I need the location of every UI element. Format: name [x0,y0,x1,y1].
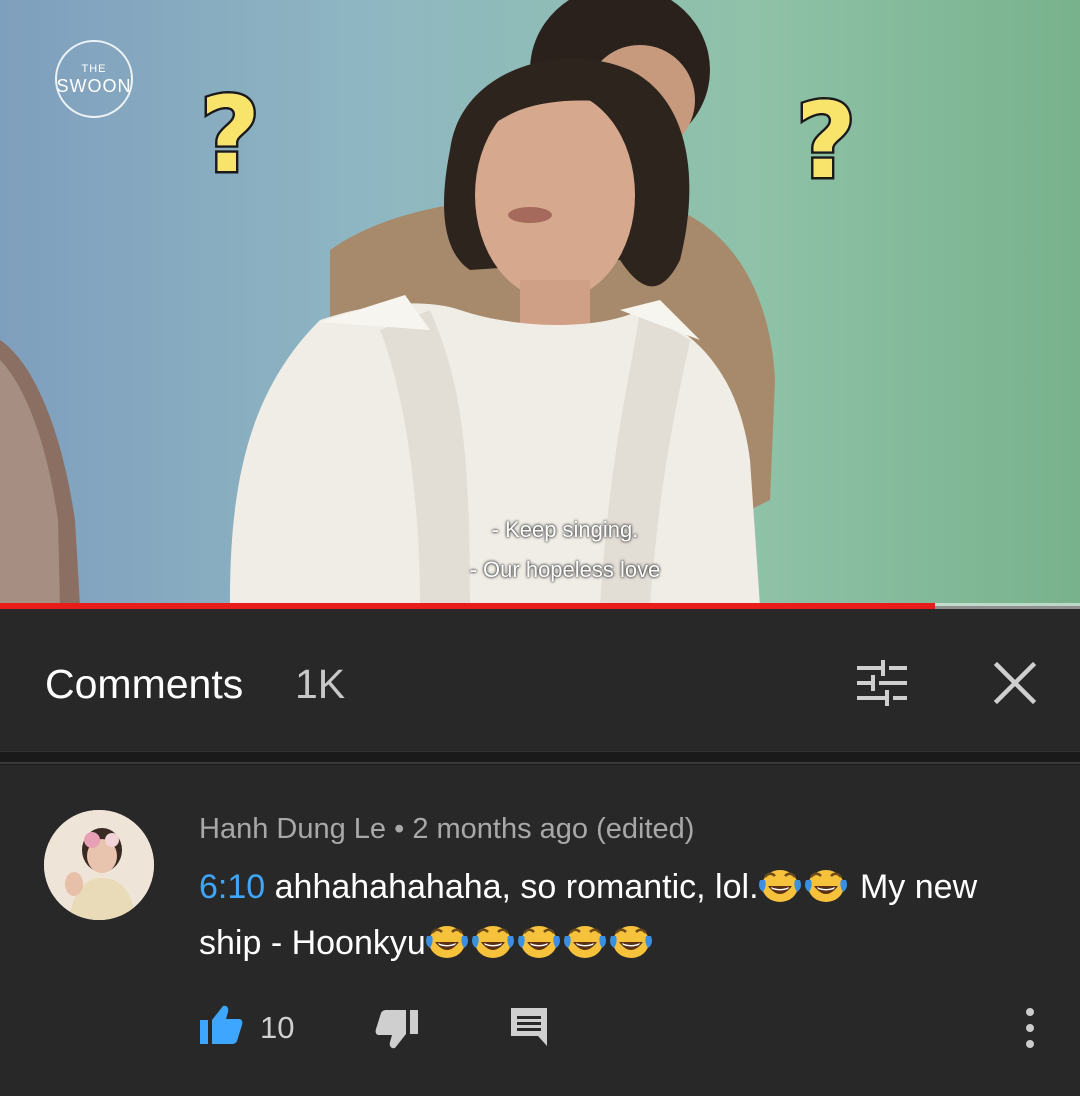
close-icon [993,661,1037,705]
comment-item: Hanh Dung Le • 2 months ago (edited) 6:1… [0,765,1080,1096]
comment-time: 2 months ago (edited) [412,813,695,845]
more-options-button[interactable] [1015,1004,1045,1054]
thumbs-up-icon [200,1005,243,1044]
reply-comment-icon [511,1008,547,1046]
comment-author[interactable]: Hanh Dung Le [199,813,386,845]
header-divider [0,751,1080,765]
more-vertical-icon [1015,1008,1045,1048]
tears-of-joy-emoji [425,921,468,959]
thumbs-down-icon [375,1010,418,1049]
comment-timestamp-link[interactable]: 6:10 [199,868,265,906]
comments-count: 1K [295,661,346,707]
main-person-face [475,90,635,300]
tears-of-joy-emoji [517,921,560,959]
comment-text-part-1: ahhahahahaha, so romantic, lol. [265,868,759,906]
sort-comments-button[interactable] [852,653,912,713]
like-count: 10 [260,1010,295,1045]
logo-text-bottom: SWOON [56,75,132,96]
dislike-button[interactable] [374,1006,420,1052]
video-subtitles: - Keep singing. - Our hopeless love [0,510,1080,590]
subtitle-line-2: - Our hopeless love [469,557,661,582]
question-mark-sticker-left: ? [197,72,262,199]
logo-text-top: THE [81,62,107,75]
comments-header: Comments 1K [0,609,1080,751]
comment-actions: 10 [0,1000,1080,1060]
like-button[interactable] [198,1002,244,1048]
channel-watermark-logo: THE SWOON [55,40,133,118]
tears-of-joy-emoji [609,921,652,959]
comments-title: Comments [45,661,244,707]
close-comments-button[interactable] [985,653,1045,713]
avatar[interactable] [44,810,154,920]
meta-separator: • [386,813,413,845]
comment-text: 6:10 ahhahahahaha, so romantic, lol. My … [199,859,1039,971]
video-player[interactable]: THE SWOON ? ? - Keep singing. - Our hope… [0,0,1080,606]
tears-of-joy-emoji [471,921,514,959]
reply-button[interactable] [508,1004,550,1050]
sort-filter-icon [857,660,907,706]
tears-of-joy-emoji [563,921,606,959]
tears-of-joy-emoji [758,865,801,903]
question-mark-sticker-right: ? [793,78,858,205]
comment-meta: Hanh Dung Le • 2 months ago (edited) [199,813,694,846]
subtitle-line-1: - Keep singing. [491,517,639,542]
tears-of-joy-emoji [804,865,847,903]
avatar-image [44,810,154,920]
